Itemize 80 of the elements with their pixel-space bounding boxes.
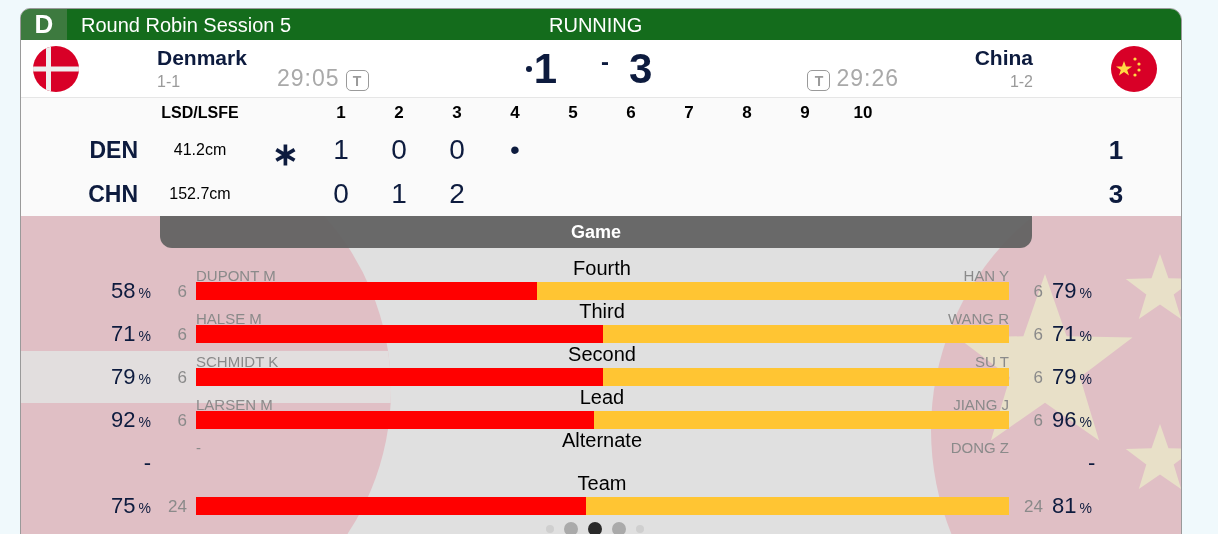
game-status: RUNNING: [549, 12, 643, 38]
team-score: 3: [629, 47, 653, 90]
player-name: SU T: [975, 354, 1009, 369]
accuracy-percent: 58%: [111, 280, 151, 302]
accuracy-percent: 79%: [1052, 280, 1092, 302]
team-name: China: [974, 45, 1033, 72]
game-tab[interactable]: Game: [160, 216, 1032, 248]
player-name: DONG Z: [950, 440, 1009, 455]
position-label: Second: [567, 344, 637, 364]
end-score: 2: [449, 180, 465, 208]
shot-count: 6: [1033, 282, 1043, 300]
column-header: 1: [335, 102, 347, 125]
player-name: JIANG J: [953, 397, 1009, 412]
column-header: 3: [451, 102, 463, 125]
shot-count: 6: [1033, 325, 1043, 343]
player-name: WANG R: [947, 311, 1009, 326]
timeout-badge: T: [807, 70, 831, 91]
division-badge: D: [21, 9, 67, 40]
position-label: Alternate: [560, 430, 644, 450]
position-label: Lead: [578, 387, 626, 407]
player-name: -: [196, 440, 201, 455]
total-score: 1: [1107, 133, 1125, 167]
end-score: 1: [391, 180, 407, 208]
column-header: 9: [799, 102, 811, 125]
end-score: •: [510, 136, 520, 164]
player-name: SCHMIDT K: [196, 354, 279, 369]
game-clock: 29:05: [277, 63, 340, 93]
team-record: 1-1: [157, 71, 182, 92]
shot-count: 24: [1024, 497, 1043, 515]
total-score: 3: [1107, 177, 1125, 211]
timeout-badge: T: [345, 70, 369, 91]
shot-count: 6: [177, 325, 187, 343]
accuracy-percent: 92%: [111, 409, 151, 431]
shot-count: 24: [168, 497, 187, 515]
column-header: 7: [683, 102, 695, 125]
last-stone-distance: 41.2cm: [172, 140, 228, 160]
player-name: DUPONT M: [196, 268, 276, 283]
team-score: 1: [533, 47, 557, 90]
column-header: 8: [741, 102, 753, 125]
position-label: Third: [578, 301, 626, 321]
player-name: HAN Y: [963, 268, 1009, 283]
last-stone-distance: 152.7cm: [168, 184, 232, 204]
end-score: 0: [333, 180, 349, 208]
column-header: 2: [393, 102, 405, 125]
position-label: Fourth: [572, 258, 632, 278]
player-name: HALSE M: [196, 311, 262, 326]
flag-icon: [1111, 45, 1157, 92]
shot-count: 6: [177, 368, 187, 386]
accuracy-percent: 81%: [1052, 495, 1092, 517]
team-record: 1-2: [1009, 71, 1033, 92]
column-header: LSD/LSFE: [160, 103, 240, 123]
first-hammer-mark: ∗: [272, 138, 299, 170]
accuracy-percent: 79%: [111, 366, 151, 388]
accuracy-percent: 71%: [1052, 323, 1092, 345]
position-label: Team: [576, 473, 628, 493]
column-header: 10: [852, 102, 874, 125]
column-header: 5: [567, 102, 579, 125]
shot-count: 6: [1033, 368, 1043, 386]
score-separator: -: [601, 49, 609, 74]
team-code: DEN: [88, 135, 138, 165]
end-score: 0: [449, 136, 465, 164]
shot-count: 6: [1033, 411, 1043, 429]
flag-icon: [33, 45, 79, 92]
player-name: LARSEN M: [196, 397, 273, 412]
game-clock: 29:26: [836, 63, 899, 93]
team-name: Denmark: [157, 45, 248, 72]
accuracy-percent: -: [143, 452, 151, 474]
accuracy-percent: 79%: [1052, 366, 1092, 388]
accuracy-percent: 75%: [111, 495, 151, 517]
team-code: CHN: [87, 179, 138, 209]
accuracy-percent: 71%: [111, 323, 151, 345]
end-score: 0: [391, 136, 407, 164]
end-score: 1: [333, 136, 349, 164]
column-header: 6: [625, 102, 637, 125]
session-title: Round Robin Session 5: [81, 12, 292, 38]
shot-count: 6: [177, 411, 187, 429]
accuracy-percent: -: [1088, 452, 1096, 474]
accuracy-percent: 96%: [1052, 409, 1092, 431]
column-header: 4: [509, 102, 521, 125]
shot-count: 6: [177, 282, 187, 300]
